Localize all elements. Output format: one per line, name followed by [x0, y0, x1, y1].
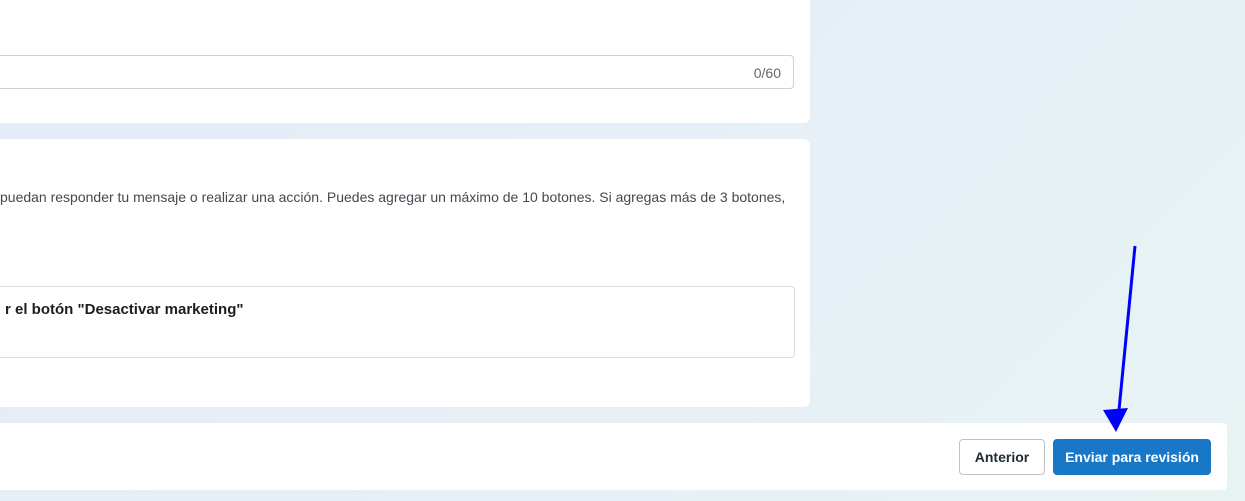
footer-text-card: 0/60	[0, 0, 810, 123]
quick-reply-button-item[interactable]: r el botón "Desactivar marketing"	[0, 286, 795, 358]
previous-button[interactable]: Anterior	[959, 439, 1045, 475]
button-item-label: r el botón "Desactivar marketing"	[5, 301, 244, 318]
buttons-description: puedan responder tu mensaje o realizar u…	[0, 189, 786, 205]
character-counter: 0/60	[753, 65, 781, 81]
footer-text-input[interactable]: 0/60	[0, 55, 794, 89]
submit-for-review-button[interactable]: Enviar para revisión	[1053, 439, 1211, 475]
footer-action-bar: Anterior Enviar para revisión	[0, 423, 1227, 490]
buttons-card: puedan responder tu mensaje o realizar u…	[0, 139, 810, 407]
